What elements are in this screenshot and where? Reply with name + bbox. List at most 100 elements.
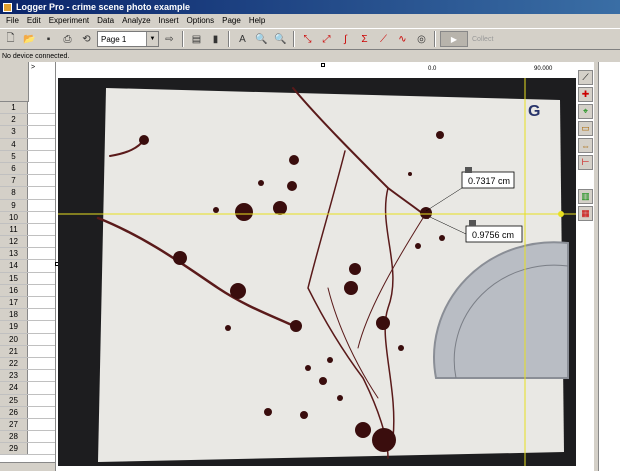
table-row[interactable]: 24 [0, 382, 55, 395]
trail-icon[interactable]: ▥ [578, 189, 593, 204]
data-table-icon[interactable]: ▤ [188, 31, 205, 48]
menu-experiment[interactable]: Experiment [45, 16, 93, 25]
new-file-icon[interactable]: 🗋 [2, 31, 19, 48]
table-cell[interactable] [28, 175, 55, 186]
curve-fit-icon[interactable]: ∿ [394, 31, 411, 48]
clear-points-icon[interactable]: ▦ [578, 206, 593, 221]
table-row[interactable]: 8 [0, 187, 55, 200]
table-row[interactable]: 9 [0, 199, 55, 212]
table-row[interactable]: 10 [0, 211, 55, 224]
set-scale-icon[interactable]: ▭ [578, 121, 593, 136]
table-cell[interactable] [28, 163, 55, 174]
table-row[interactable]: 14 [0, 260, 55, 273]
table-cell[interactable] [28, 102, 55, 113]
menu-insert[interactable]: Insert [155, 16, 183, 25]
show-origin-icon[interactable]: ⊢ [578, 155, 593, 170]
table-cell[interactable] [28, 273, 55, 284]
zoom-out-icon[interactable]: 🔍 [272, 31, 289, 48]
table-cell[interactable] [28, 248, 55, 259]
table-row[interactable]: 4 [0, 138, 55, 151]
table-row[interactable]: 18 [0, 309, 55, 322]
table-row[interactable]: 2 [0, 114, 55, 127]
table-cell[interactable] [28, 260, 55, 271]
table-cell[interactable] [28, 126, 55, 137]
table-row[interactable]: 29 [0, 443, 55, 456]
table-cell[interactable] [28, 297, 55, 308]
autoscale-icon[interactable]: A [234, 31, 251, 48]
table-cell[interactable] [28, 151, 55, 162]
menu-edit[interactable]: Edit [23, 16, 45, 25]
table-cell[interactable] [28, 212, 55, 223]
print-icon[interactable]: ⎙ [59, 31, 76, 48]
table-row[interactable]: 3 [0, 126, 55, 139]
table-cell[interactable] [28, 431, 55, 442]
photo-analysis-area[interactable]: 0.0 90.000 G 0.7317 cm 0.9756 cm [55, 62, 594, 471]
model-icon[interactable]: ◎ [413, 31, 430, 48]
integral-icon[interactable]: ∫ [337, 31, 354, 48]
table-cell[interactable] [28, 419, 55, 430]
table-cell[interactable] [28, 443, 55, 454]
statistics-icon[interactable]: Σ [356, 31, 373, 48]
open-folder-icon[interactable]: 📂 [21, 31, 38, 48]
examine-icon[interactable]: ⤡ [299, 31, 316, 48]
table-cell[interactable] [28, 187, 55, 198]
page-select[interactable]: Page 1 ▼ [97, 31, 159, 47]
table-cell[interactable] [28, 395, 55, 406]
table-row[interactable]: 17 [0, 297, 55, 310]
table-row[interactable]: 7 [0, 175, 55, 188]
table-cell[interactable] [28, 139, 55, 150]
table-horizontal-scrollbar[interactable] [0, 462, 55, 471]
table-row[interactable]: 6 [0, 162, 55, 176]
photo-distance-icon[interactable]: ⇔ [578, 138, 593, 153]
table-cell[interactable] [28, 200, 55, 211]
table-cell[interactable] [28, 358, 55, 369]
table-row[interactable]: 22 [0, 357, 55, 371]
menu-help[interactable]: Help [245, 16, 269, 25]
table-row[interactable]: 27 [0, 418, 55, 432]
resize-handle-top[interactable] [321, 63, 325, 67]
page-back-icon[interactable]: ⟲ [78, 31, 95, 48]
save-icon[interactable]: ▪ [40, 31, 57, 48]
table-cell[interactable] [28, 309, 55, 320]
table-row[interactable]: 20 [0, 333, 55, 346]
crime-scene-photo[interactable]: G 0.7317 cm 0.9756 cm [58, 78, 576, 466]
table-row[interactable]: 5 [0, 150, 55, 163]
select-tool-icon[interactable]: ⟋ [578, 70, 593, 85]
table-row[interactable]: 13 [0, 248, 55, 261]
menu-analyze[interactable]: Analyze [118, 16, 154, 25]
table-row[interactable]: 15 [0, 272, 55, 285]
collect-button[interactable]: ▶ [440, 31, 468, 47]
table-row[interactable]: 11 [0, 223, 55, 237]
linear-fit-icon[interactable]: ⟋ [375, 31, 392, 48]
table-row[interactable]: 12 [0, 236, 55, 249]
table-cell[interactable] [28, 114, 55, 125]
menu-options[interactable]: Options [183, 16, 219, 25]
menu-data[interactable]: Data [93, 16, 118, 25]
table-row[interactable]: 16 [0, 284, 55, 297]
column-header[interactable]: > [28, 62, 55, 102]
zoom-in-icon[interactable]: 🔍 [253, 31, 270, 48]
set-origin-icon[interactable]: ⌖ [578, 104, 593, 119]
add-point-icon[interactable]: ✚ [578, 87, 593, 102]
table-cell[interactable] [28, 224, 55, 235]
table-row[interactable]: 21 [0, 345, 55, 358]
table-cell[interactable] [28, 382, 55, 393]
table-cell[interactable] [28, 285, 55, 296]
table-cell[interactable] [28, 321, 55, 332]
table-cell[interactable] [28, 236, 55, 247]
page-forward-icon[interactable]: ⇨ [161, 31, 178, 48]
table-cell[interactable] [28, 334, 55, 345]
table-row[interactable]: 25 [0, 394, 55, 407]
table-row[interactable]: 23 [0, 370, 55, 383]
table-cell[interactable] [28, 346, 55, 357]
table-cell[interactable] [28, 370, 55, 381]
table-cell[interactable] [28, 407, 55, 418]
table-row[interactable]: 1 [0, 102, 55, 115]
table-row[interactable]: 26 [0, 406, 55, 419]
menu-file[interactable]: File [2, 16, 23, 25]
sensor-icon[interactable]: ▮ [207, 31, 224, 48]
tangent-icon[interactable]: ⤢ [318, 31, 335, 48]
table-row[interactable]: 28 [0, 431, 55, 444]
table-row[interactable]: 19 [0, 321, 55, 334]
menu-page[interactable]: Page [218, 16, 245, 25]
